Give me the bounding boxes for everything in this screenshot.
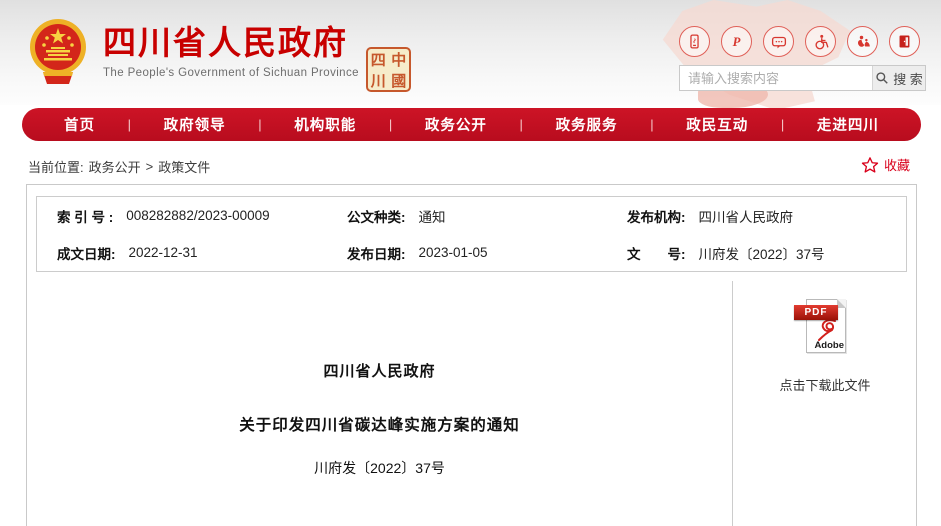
nav-item-services[interactable]: 政务服务 (556, 114, 618, 135)
meta-value: 通知 (419, 206, 446, 226)
pdf-download-panel: Adobe PDF 点击下载此文件 (733, 281, 917, 394)
adobe-label: Adobe (814, 340, 844, 351)
search-input[interactable] (680, 66, 872, 90)
seal-char: 國 (389, 70, 410, 91)
meta-doc-type: 公文种类: 通知 (327, 197, 607, 234)
nav-separator: | (520, 117, 523, 132)
main-nav: 首页 | 政府领导 | 机构职能 | 政务公开 | 政务服务 | 政民互动 | … (22, 108, 921, 141)
header-quick-links: P (679, 26, 920, 57)
nav-item-functions[interactable]: 机构职能 (294, 114, 356, 135)
breadcrumb-section[interactable]: 政务公开 (89, 157, 141, 176)
breadcrumb: 当前位置: 政务公开 > 政策文件 (28, 157, 210, 176)
meta-label: 索 引 号 : (57, 206, 113, 226)
p-logo-icon[interactable]: P (721, 26, 752, 57)
document-number: 川府发〔2022〕37号 (27, 458, 732, 478)
nav-item-home[interactable]: 首页 (64, 114, 95, 135)
star-icon (861, 156, 879, 174)
site-title: 四川省人民政府 (103, 26, 359, 62)
accessibility-icon[interactable] (805, 26, 836, 57)
meta-value: 008282882/2023-00009 (126, 208, 269, 223)
favorite-button[interactable]: 收藏 (861, 155, 910, 174)
nav-separator: | (781, 117, 784, 132)
meta-doc-number: 文 号: 川府发〔2022〕37号 (607, 234, 906, 271)
nav-item-interaction[interactable]: 政民互动 (686, 114, 748, 135)
meta-index-number: 索 引 号 : 008282882/2023-00009 (37, 197, 327, 234)
document-container: 索 引 号 : 008282882/2023-00009 公文种类: 通知 发布… (26, 184, 917, 526)
seal-char: 中 (389, 49, 410, 70)
seal-char: 四 (368, 49, 389, 70)
search-button-label: 搜 索 (893, 69, 923, 88)
search-bar: 搜 索 (679, 65, 926, 91)
meta-value: 四川省人民政府 (699, 206, 794, 226)
page: 四川省人民政府 The People's Government of Sichu… (0, 0, 941, 526)
magnifier-icon (875, 71, 889, 85)
pdf-download-link[interactable]: 点击下载此文件 (733, 375, 917, 394)
meta-label: 公文种类: (347, 206, 406, 226)
nav-separator: | (128, 117, 131, 132)
meta-label: 文 号: (627, 243, 686, 263)
meta-written-date: 成文日期: 2022-12-31 (37, 234, 327, 271)
meta-label: 发布机构: (627, 206, 686, 226)
site-logo-text: 四川省人民政府 The People's Government of Sichu… (103, 26, 359, 79)
breadcrumb-prefix: 当前位置: (28, 157, 84, 176)
breadcrumb-separator: > (146, 159, 154, 174)
nav-item-leaders[interactable]: 政府领导 (164, 114, 226, 135)
nav-item-gov-affairs[interactable]: 政务公开 (425, 114, 487, 135)
pdf-banner-label: PDF (794, 305, 838, 320)
meta-publish-date: 发布日期: 2023-01-05 (327, 234, 607, 271)
meta-value: 2023-01-05 (419, 245, 488, 260)
breadcrumb-page[interactable]: 政策文件 (158, 157, 210, 176)
meta-value: 2022-12-31 (129, 245, 198, 260)
document-org: 四川省人民政府 (27, 360, 732, 381)
china-sichuan-seal: 四 中 川 國 (366, 47, 411, 92)
site-subtitle: The People's Government of Sichuan Provi… (103, 67, 359, 79)
meta-value: 川府发〔2022〕37号 (699, 243, 825, 263)
seal-char: 川 (368, 70, 389, 91)
door-icon[interactable] (889, 26, 920, 57)
favorite-label: 收藏 (884, 155, 910, 174)
meta-label: 发布日期: (347, 243, 406, 263)
document-meta-table: 索 引 号 : 008282882/2023-00009 公文种类: 通知 发布… (36, 196, 907, 272)
search-button[interactable]: 搜 索 (872, 66, 925, 90)
document-title: 关于印发四川省碳达峰实施方案的通知 (27, 413, 732, 435)
mobile-icon[interactable] (679, 26, 710, 57)
meta-issuing-agency: 发布机构: 四川省人民政府 (607, 197, 906, 234)
nav-separator: | (650, 117, 653, 132)
meta-label: 成文日期: (57, 243, 116, 263)
nav-separator: | (258, 117, 261, 132)
svg-text:P: P (733, 35, 741, 49)
pdf-file-icon[interactable]: Adobe PDF (804, 299, 846, 353)
site-header: 四川省人民政府 The People's Government of Sichu… (0, 0, 941, 105)
message-icon[interactable] (763, 26, 794, 57)
nav-separator: | (389, 117, 392, 132)
nav-item-about-sichuan[interactable]: 走进四川 (817, 114, 879, 135)
national-emblem-icon (29, 16, 87, 88)
care-icon[interactable] (847, 26, 878, 57)
pdf-fold-corner (837, 299, 846, 308)
